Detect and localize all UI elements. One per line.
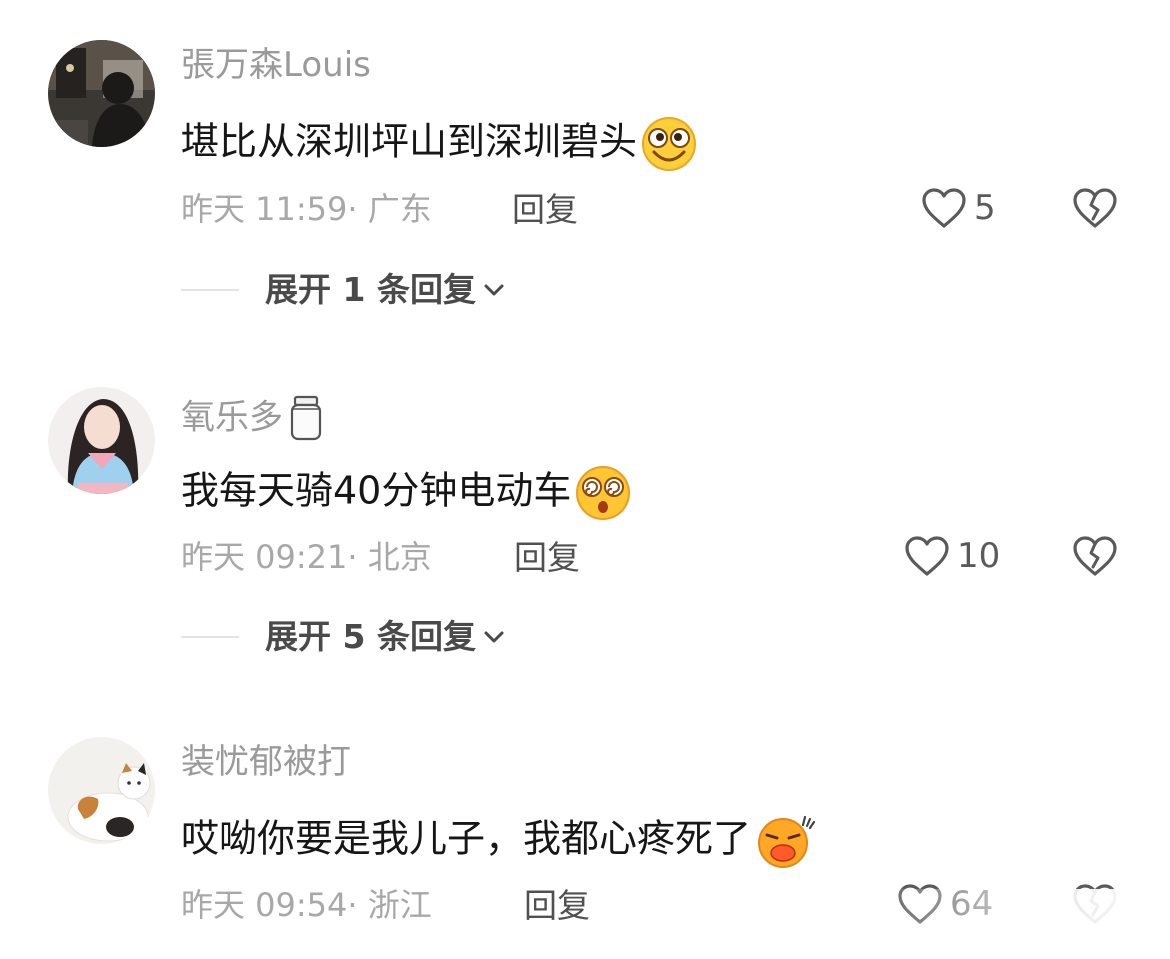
like-count: 64 [950,884,994,924]
comment-meta: 昨天 09:54· 浙江 [181,889,432,921]
broken-heart-icon [1073,884,1117,924]
location: 浙江 [367,886,432,924]
username[interactable]: 装忧郁被打 [181,745,351,779]
avatar-photo [48,737,155,844]
meta-separator: · [347,886,368,924]
pouting-emoji [758,815,816,868]
comment-text: 哎呦你要是我儿子，我都心疼死了 [181,813,816,869]
like-button[interactable]: 64 [896,882,993,926]
reply-button[interactable]: 回复 [524,889,590,922]
avatar[interactable] [48,737,155,844]
timestamp: 昨天 09:54 [181,886,348,924]
comment-item: 装忧郁被打 哎呦你要是我儿子，我都心疼死了 昨天 09:54· 浙江 回复 64 [0,0,1170,959]
comment-text-content: 哎呦你要是我儿子，我都心疼死了 [181,816,752,861]
dislike-button[interactable] [1071,882,1119,930]
heart-icon [898,884,942,924]
